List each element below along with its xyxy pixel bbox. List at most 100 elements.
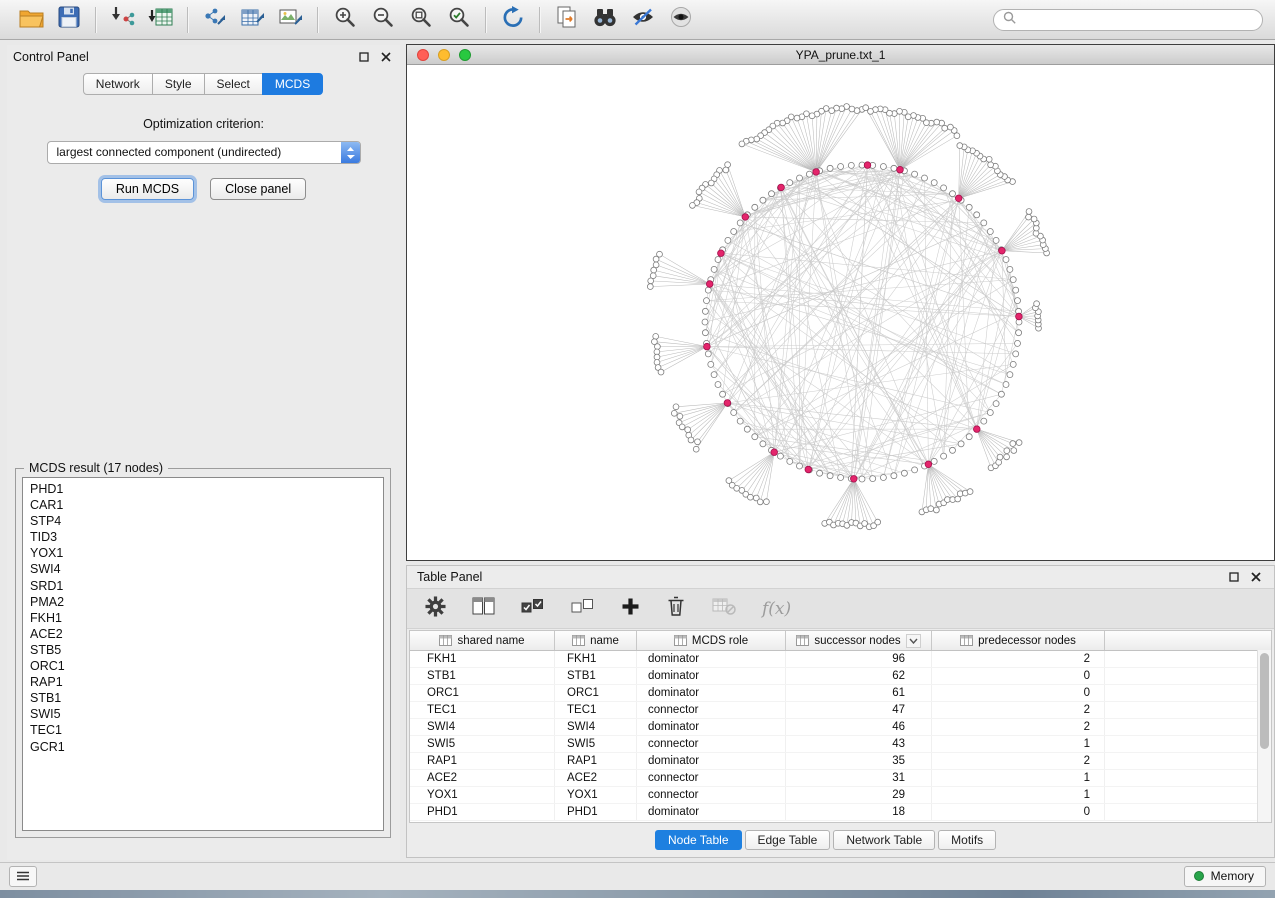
table-scrollbar[interactable]: [1257, 650, 1271, 822]
delete-table-button[interactable]: [712, 596, 736, 621]
export-table-button[interactable]: [234, 4, 272, 36]
table-cell[interactable]: 2: [932, 719, 1105, 735]
table-cell[interactable]: 62: [786, 668, 932, 684]
import-table-button[interactable]: [142, 4, 180, 36]
refresh-view-button[interactable]: [494, 4, 532, 36]
minimize-window-icon[interactable]: [438, 49, 450, 61]
table-cell[interactable]: PHD1: [410, 804, 555, 820]
table-cell[interactable]: 43: [786, 736, 932, 752]
table-cell[interactable]: dominator: [637, 651, 786, 667]
close-panel-icon[interactable]: [1250, 571, 1262, 583]
tab-network[interactable]: Network: [83, 73, 153, 95]
float-panel-icon[interactable]: [358, 51, 370, 63]
split-view-button[interactable]: [472, 596, 495, 621]
table-row[interactable]: RAP1RAP1dominator352: [410, 753, 1271, 770]
table-cell[interactable]: dominator: [637, 753, 786, 769]
tab-network-table[interactable]: Network Table: [833, 830, 935, 850]
clone-network-button[interactable]: [548, 4, 586, 36]
add-column-button[interactable]: [621, 597, 640, 621]
table-cell[interactable]: 1: [932, 787, 1105, 803]
table-cell[interactable]: 35: [786, 753, 932, 769]
table-cell[interactable]: 96: [786, 651, 932, 667]
table-cell[interactable]: 1: [932, 736, 1105, 752]
mcds-result-item[interactable]: CAR1: [30, 497, 376, 513]
table-cell[interactable]: SWI5: [410, 736, 555, 752]
tab-node-table[interactable]: Node Table: [655, 830, 742, 850]
table-cell[interactable]: 2: [932, 651, 1105, 667]
export-image-button[interactable]: [272, 4, 310, 36]
column-header-shared-name[interactable]: shared name: [410, 631, 555, 650]
close-window-icon[interactable]: [417, 49, 429, 61]
table-cell[interactable]: 47: [786, 702, 932, 718]
memory-button[interactable]: Memory: [1184, 866, 1266, 887]
table-cell[interactable]: SWI4: [410, 719, 555, 735]
select-all-button[interactable]: [521, 596, 545, 621]
table-row[interactable]: PHD1PHD1dominator180: [410, 804, 1271, 821]
table-cell[interactable]: RAP1: [410, 753, 555, 769]
mcds-result-item[interactable]: STB5: [30, 642, 376, 658]
column-header-predecessor-nodes[interactable]: predecessor nodes: [932, 631, 1105, 650]
tab-edge-table[interactable]: Edge Table: [745, 830, 831, 850]
table-cell[interactable]: 46: [786, 719, 932, 735]
table-cell[interactable]: 31: [786, 770, 932, 786]
optimization-criterion-dropdown[interactable]: largest connected component (undirected): [47, 141, 361, 164]
zoom-out-button[interactable]: [364, 4, 402, 36]
mcds-result-list[interactable]: PHD1CAR1STP4TID3YOX1SWI4SRD1PMA2FKH1ACE2…: [22, 477, 384, 831]
maximize-window-icon[interactable]: [459, 49, 471, 61]
zoom-in-button[interactable]: [326, 4, 364, 36]
table-cell[interactable]: YOX1: [410, 787, 555, 803]
mcds-result-item[interactable]: TEC1: [30, 722, 376, 738]
table-row[interactable]: FKH1FKH1dominator962: [410, 651, 1271, 668]
table-cell[interactable]: ACE2: [410, 770, 555, 786]
network-canvas[interactable]: [407, 64, 1274, 558]
table-cell[interactable]: 0: [932, 685, 1105, 701]
table-row[interactable]: STB1STB1dominator620: [410, 668, 1271, 685]
toggle-graphics-details-button[interactable]: [624, 4, 662, 36]
table-cell[interactable]: connector: [637, 770, 786, 786]
mcds-result-item[interactable]: PHD1: [30, 481, 376, 497]
mcds-result-item[interactable]: YOX1: [30, 545, 376, 561]
table-cell[interactable]: 29: [786, 787, 932, 803]
network-window-titlebar[interactable]: YPA_prune.txt_1: [407, 45, 1274, 65]
table-cell[interactable]: connector: [637, 736, 786, 752]
search-input[interactable]: [1022, 12, 1253, 28]
table-cell[interactable]: STB1: [410, 668, 555, 684]
table-cell[interactable]: YOX1: [555, 787, 637, 803]
tab-style[interactable]: Style: [152, 73, 205, 95]
table-cell[interactable]: 61: [786, 685, 932, 701]
mcds-result-item[interactable]: PMA2: [30, 594, 376, 610]
table-cell[interactable]: ACE2: [555, 770, 637, 786]
table-cell[interactable]: TEC1: [555, 702, 637, 718]
task-history-button[interactable]: [9, 866, 37, 887]
table-cell[interactable]: 0: [932, 668, 1105, 684]
table-cell[interactable]: dominator: [637, 685, 786, 701]
table-row[interactable]: ORC1ORC1dominator610: [410, 685, 1271, 702]
table-row[interactable]: YOX1YOX1connector291: [410, 787, 1271, 804]
column-header-name[interactable]: name: [555, 631, 637, 650]
table-cell[interactable]: dominator: [637, 719, 786, 735]
mcds-result-item[interactable]: SWI4: [30, 561, 376, 577]
mcds-result-item[interactable]: TID3: [30, 529, 376, 545]
table-settings-button[interactable]: [425, 596, 446, 622]
sort-menu-chevron-icon[interactable]: [906, 634, 921, 648]
tab-mcds[interactable]: MCDS: [262, 73, 323, 95]
table-cell[interactable]: SWI4: [555, 719, 637, 735]
table-cell[interactable]: PHD1: [555, 804, 637, 820]
import-network-button[interactable]: [104, 4, 142, 36]
table-cell[interactable]: 0: [932, 804, 1105, 820]
table-row[interactable]: SWI4SWI4dominator462: [410, 719, 1271, 736]
mcds-result-item[interactable]: SWI5: [30, 706, 376, 722]
table-cell[interactable]: 1: [932, 770, 1105, 786]
table-row[interactable]: TEC1TEC1connector472: [410, 702, 1271, 719]
table-cell[interactable]: TEC1: [410, 702, 555, 718]
table-cell[interactable]: 2: [932, 702, 1105, 718]
table-cell[interactable]: dominator: [637, 804, 786, 820]
deselect-all-button[interactable]: [571, 596, 595, 621]
table-cell[interactable]: RAP1: [555, 753, 637, 769]
table-row[interactable]: SWI5SWI5connector431: [410, 736, 1271, 753]
table-cell[interactable]: 18: [786, 804, 932, 820]
table-cell[interactable]: ORC1: [410, 685, 555, 701]
function-builder-button[interactable]: f(x): [762, 599, 791, 619]
close-panel-button[interactable]: Close panel: [210, 178, 306, 200]
table-cell[interactable]: FKH1: [410, 651, 555, 667]
